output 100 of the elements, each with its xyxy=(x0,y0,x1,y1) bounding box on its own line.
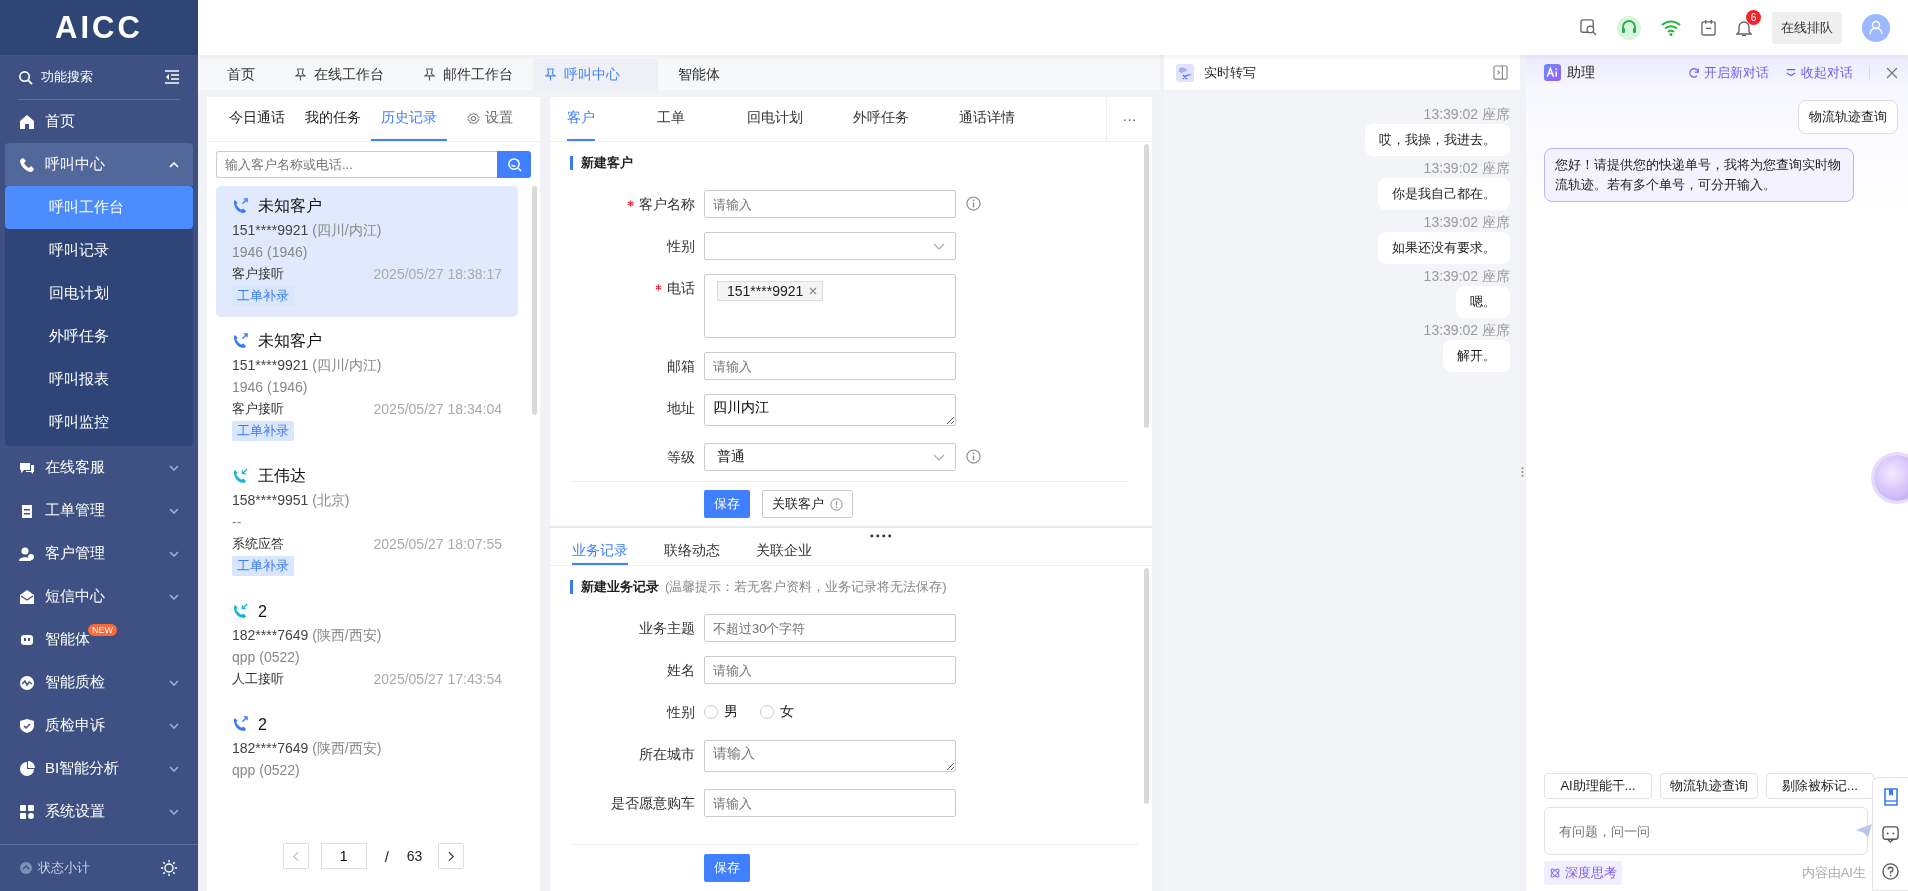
clipboard-icon xyxy=(19,502,35,519)
submenu-item[interactable]: 呼叫监控 xyxy=(5,401,193,444)
select-field[interactable]: 普通 xyxy=(704,443,956,471)
suggestion-chip[interactable]: AI助理能干... xyxy=(1544,773,1652,799)
sidebar-item[interactable]: 在线客服 xyxy=(5,446,193,489)
sidebar-item[interactable]: 质检申诉 xyxy=(5,704,193,747)
input-field[interactable]: 不超过30个字符 xyxy=(704,614,956,642)
sidebar-item[interactable]: 短信中心 xyxy=(5,575,193,618)
book-icon[interactable] xyxy=(1882,788,1899,806)
page-tab[interactable]: 智能体 xyxy=(658,59,740,90)
select-field[interactable] xyxy=(704,232,956,260)
input-field[interactable]: 请输入 xyxy=(704,352,956,380)
input-field[interactable]: 请输入 xyxy=(704,789,956,817)
sun-icon[interactable] xyxy=(160,859,178,877)
help-icon[interactable] xyxy=(1882,863,1899,880)
deep-think-button[interactable]: 深度思考 xyxy=(1544,861,1622,885)
call-time: 2025/05/27 18:34:04 xyxy=(373,400,502,419)
page-input[interactable]: 1 xyxy=(320,843,367,869)
scrollbar[interactable] xyxy=(1144,568,1149,805)
message-time: 13:39:02 座席 xyxy=(1423,159,1510,178)
record-tab[interactable]: 联络动态 xyxy=(664,538,720,565)
collapse-menu-icon[interactable] xyxy=(164,70,180,84)
save-button[interactable]: 保存 xyxy=(704,490,750,518)
collapse-chat-button[interactable]: 收起对话 xyxy=(1785,63,1853,82)
search-document-icon[interactable] xyxy=(1580,19,1597,36)
sidebar-item[interactable]: 客户管理 xyxy=(5,532,193,575)
remove-icon[interactable] xyxy=(809,287,818,295)
scrollbar[interactable] xyxy=(1144,144,1149,429)
collapse-panel-icon[interactable] xyxy=(1493,65,1508,80)
resize-handle-icon[interactable] xyxy=(1521,465,1524,479)
call-record-card[interactable]: 未知客户 151****9921 (四川/内江) 1946 (1946) 客户接听 2025/05/27 18:38:17 工单补录 xyxy=(216,186,518,317)
page-tab[interactable]: 在线工作台 xyxy=(275,59,404,90)
record-tab[interactable]: 业务记录 xyxy=(572,538,628,565)
call-tab[interactable]: 设置 xyxy=(457,97,523,141)
ticket-tag: 工单补录 xyxy=(232,556,294,576)
wifi-icon[interactable] xyxy=(1661,19,1681,36)
call-tab[interactable]: 我的任务 xyxy=(295,97,371,141)
textarea-field[interactable]: 请输入 xyxy=(704,740,956,772)
submenu-item[interactable]: 呼叫记录 xyxy=(5,229,193,272)
pie-icon xyxy=(19,760,35,777)
call-record-card[interactable]: 2 182****7649 (陕西/西安) qpp (0522) 人工接听 2025/05/27 17:43:54 xyxy=(216,591,518,700)
input-field[interactable]: 请输入 xyxy=(704,190,956,218)
scrollbar[interactable] xyxy=(532,186,537,415)
submenu-item[interactable]: 回电计划 xyxy=(5,272,193,315)
close-icon[interactable] xyxy=(1886,66,1898,79)
form-tab[interactable]: 客户 xyxy=(567,97,595,141)
chevron-icon xyxy=(169,679,179,686)
save-button[interactable]: 保存 xyxy=(704,854,750,882)
sidebar-item[interactable]: 首页 xyxy=(5,100,193,143)
record-tab[interactable]: 关联企业 xyxy=(756,538,812,565)
sidebar-item[interactable]: 呼叫中心 xyxy=(5,143,193,186)
search-field[interactable]: 输入客户名称或电话... xyxy=(216,151,497,178)
form-tab[interactable]: 外呼任务 xyxy=(853,97,909,141)
call-status: 系统应答 xyxy=(232,535,284,553)
more-tabs-button[interactable]: ··· xyxy=(1106,97,1152,141)
sidebar-item[interactable]: 智能质检 xyxy=(5,661,193,704)
submenu-item[interactable]: 外呼任务 xyxy=(5,315,193,358)
field-label: 客户名称 xyxy=(570,190,704,218)
tag-input-field[interactable]: 151****9921 xyxy=(704,274,956,338)
message-time: 13:39:02 座席 xyxy=(1423,267,1510,286)
chat-icon[interactable] xyxy=(1882,826,1899,843)
new-chat-button[interactable]: 开启新对话 xyxy=(1688,63,1769,82)
sidebar-item[interactable]: BI智能分析 xyxy=(5,747,193,790)
user-avatar[interactable] xyxy=(1862,13,1890,42)
call-tab[interactable]: 今日通话 xyxy=(219,97,295,141)
call-record-card[interactable]: 王伟达 158****9951 (北京) -- 系统应答 2025/05/27 18:07:55 工单补录 xyxy=(216,456,518,587)
sidebar-item[interactable]: 工单管理 xyxy=(5,489,193,532)
feature-search-button[interactable]: 功能搜索 xyxy=(18,68,93,86)
drag-handle-icon[interactable] xyxy=(870,534,892,538)
chevron-down-icon xyxy=(933,242,945,250)
form-tab[interactable]: 通话详情 xyxy=(959,97,1015,141)
link-customer-button[interactable]: 关联客户 xyxy=(762,490,853,518)
search-button[interactable] xyxy=(497,151,531,178)
queue-button[interactable]: 在线排队 xyxy=(1772,11,1842,44)
bell-icon[interactable] xyxy=(1736,18,1752,37)
message-time: 13:39:02 座席 xyxy=(1423,213,1510,232)
textarea-field[interactable]: 四川内江 xyxy=(704,394,956,426)
page-tab[interactable]: 邮件工作台 xyxy=(404,59,533,90)
call-record-card[interactable]: 2 182****7649 (陕西/西安) qpp (0522) xyxy=(216,704,518,791)
call-tab[interactable]: 历史记录 xyxy=(371,97,447,141)
send-icon[interactable] xyxy=(1855,823,1873,839)
headset-icon[interactable] xyxy=(1617,15,1641,40)
next-page-button[interactable] xyxy=(438,843,465,869)
phone-number: 151****9921 (四川/内江) xyxy=(232,356,383,375)
submenu-item[interactable]: 呼叫报表 xyxy=(5,358,193,401)
message-bubble: 解开。 xyxy=(1443,340,1510,372)
line-number: qpp (0522) xyxy=(232,761,301,780)
pin-icon xyxy=(295,68,306,81)
call-record-card[interactable]: 未知客户 151****9921 (四川/内江) 1946 (1946) 客户接听 2025/05/27 18:34:04 工单补录 xyxy=(216,321,518,452)
sidebar-item[interactable]: 系统设置 xyxy=(5,790,193,833)
page-tab[interactable]: 首页 xyxy=(207,59,275,90)
calendar-icon[interactable] xyxy=(1701,19,1716,36)
status-summary-button[interactable]: 状态小计 xyxy=(20,859,90,877)
suggestion-chip[interactable]: 物流轨迹查询 xyxy=(1660,773,1758,799)
assistant-avatar[interactable] xyxy=(1874,455,1908,501)
input-field[interactable]: 请输入 xyxy=(704,656,956,684)
line-number: qpp (0522) xyxy=(232,648,301,667)
form-tab[interactable]: 回电计划 xyxy=(747,97,803,141)
form-tab[interactable]: 工单 xyxy=(657,97,685,141)
field-label: 所在城市 xyxy=(638,745,696,764)
